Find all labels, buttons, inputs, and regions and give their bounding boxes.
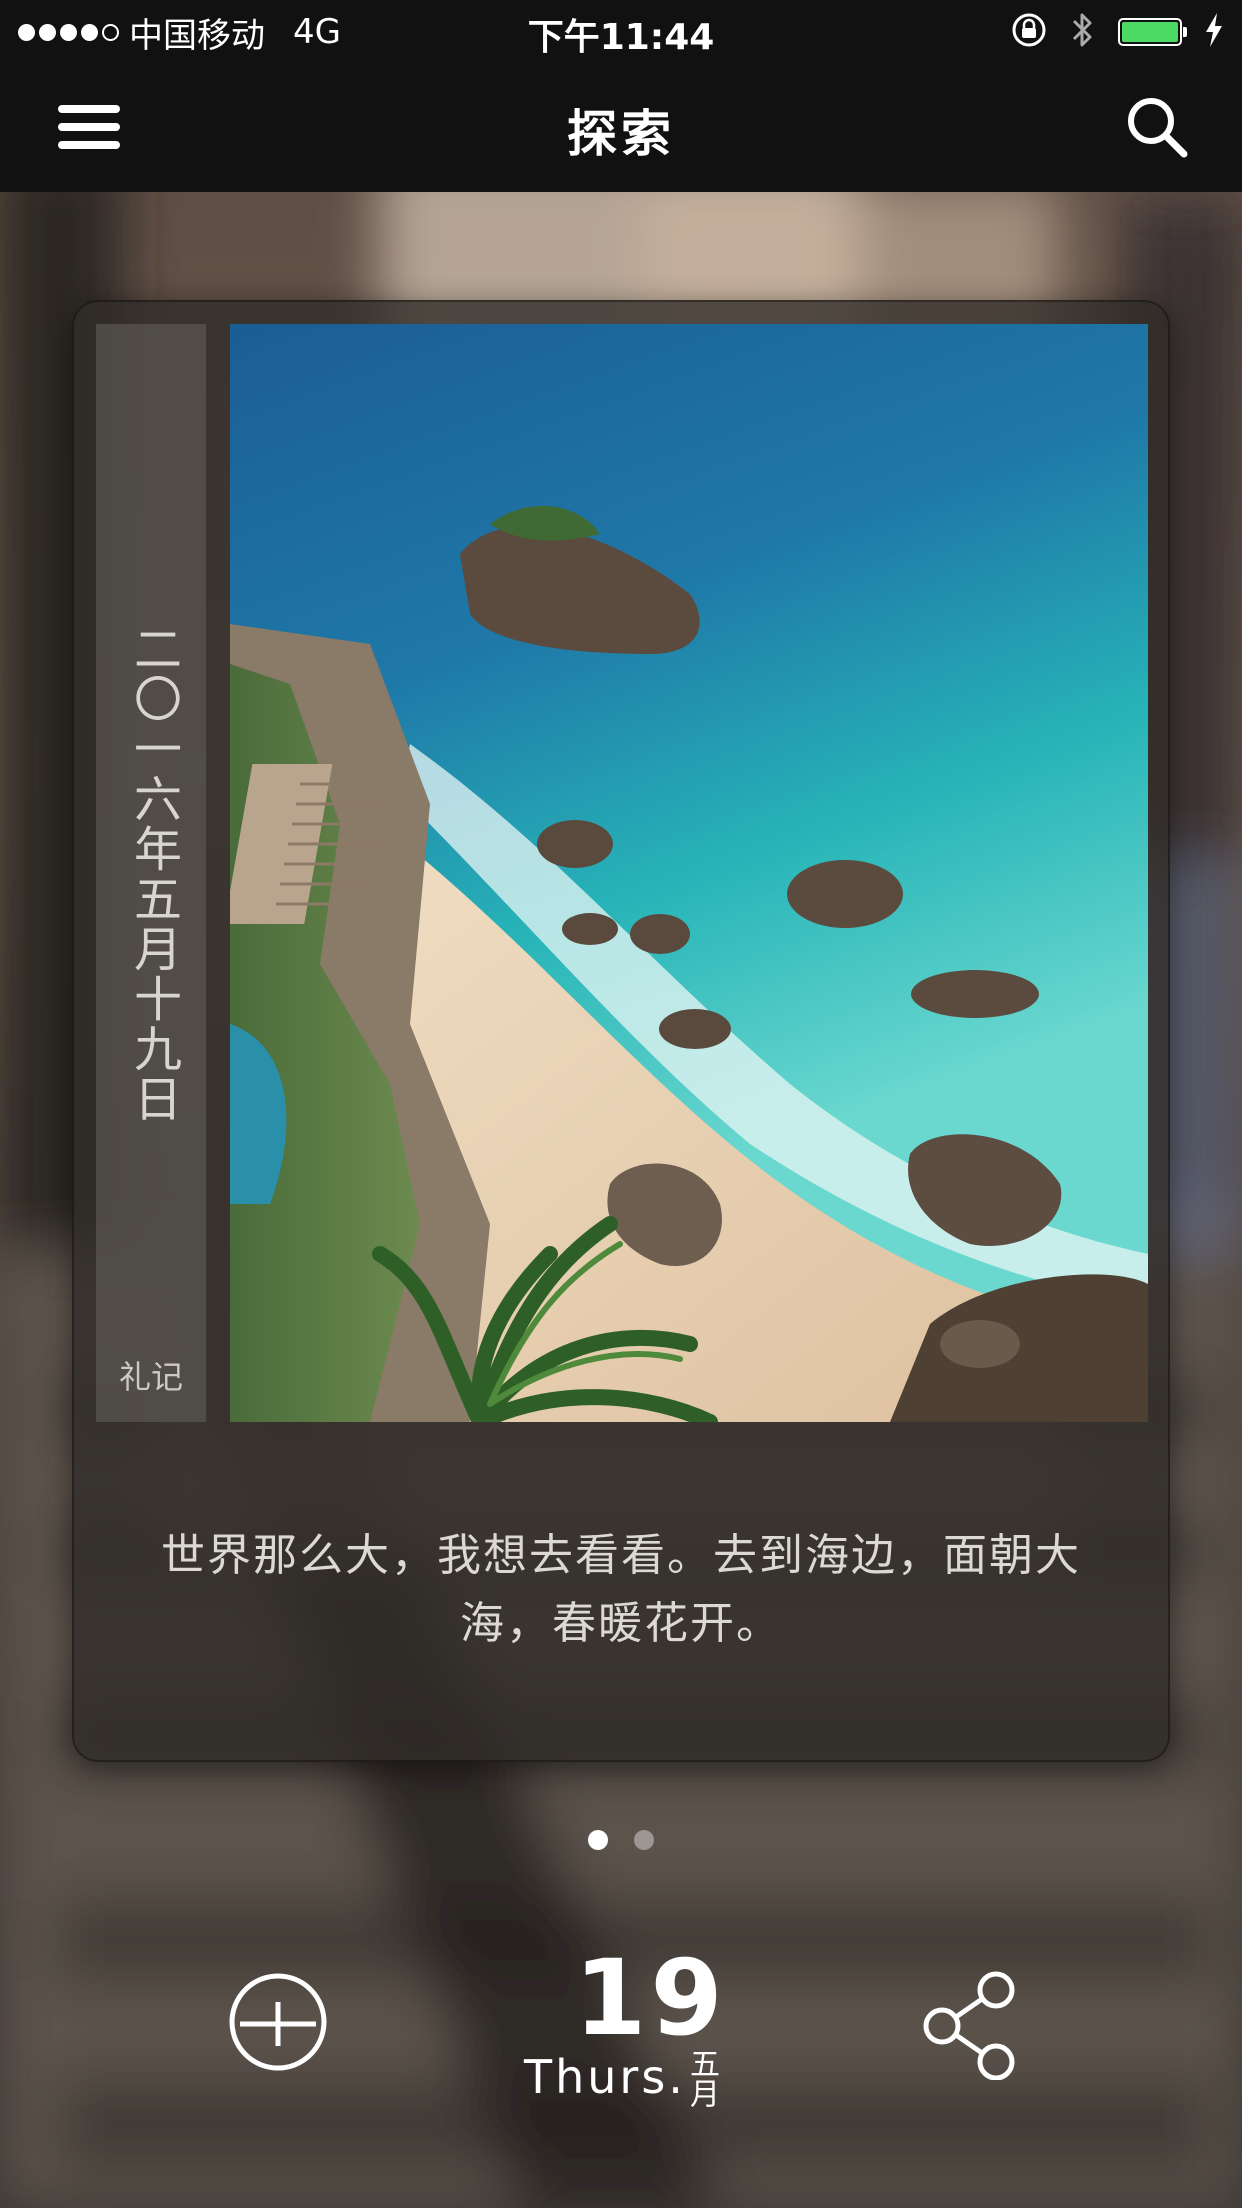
search-icon[interactable] <box>1124 94 1190 160</box>
page-dot[interactable] <box>588 1830 608 1850</box>
carrier-label: 中国移动 <box>129 15 265 56</box>
page-dot[interactable] <box>634 1830 654 1850</box>
status-left: 中国移动 4G <box>18 10 341 56</box>
battery-icon <box>1118 18 1187 46</box>
share-icon[interactable] <box>920 1970 1020 2081</box>
page-title: 探索 <box>567 105 675 163</box>
quote-text: 世界那么大，我想去看看。去到海边，面朝大海，春暖花开。 <box>161 1530 1081 1649</box>
status-bar: 中国移动 4G 下午11:44 <box>0 0 1242 64</box>
today-date: 19 Thurs. 五月 <box>520 1946 730 2120</box>
network-label: 4G <box>293 12 341 52</box>
month-label: 五月 <box>684 2048 719 2108</box>
charging-icon <box>1204 13 1224 51</box>
seaside-photo[interactable] <box>230 324 1148 1422</box>
signal-strength-icon <box>18 23 119 41</box>
bluetooth-icon <box>1070 10 1096 54</box>
brand-label: 礼记 <box>118 1358 183 1396</box>
orientation-lock-icon <box>1010 11 1048 53</box>
date-strip: 二〇一六年五月十九日 礼记 <box>96 324 206 1422</box>
bottom-toolbar: 19 Thurs. 五月 <box>0 1946 1242 2120</box>
date-vertical-text: 二〇一六年五月十九日 <box>125 624 181 1124</box>
weekday-label: Thurs. <box>524 2050 686 2104</box>
day-number: 19 <box>574 1937 727 2059</box>
page-indicator <box>0 1830 1242 1850</box>
daily-card[interactable]: 二〇一六年五月十九日 礼记 世界那么大，我想去看看。去到海边，面朝大海，春暖花开… <box>72 300 1170 1762</box>
add-circle-icon[interactable] <box>228 1972 328 2072</box>
nav-bar: 探索 <box>0 64 1242 192</box>
status-right <box>1010 10 1224 54</box>
